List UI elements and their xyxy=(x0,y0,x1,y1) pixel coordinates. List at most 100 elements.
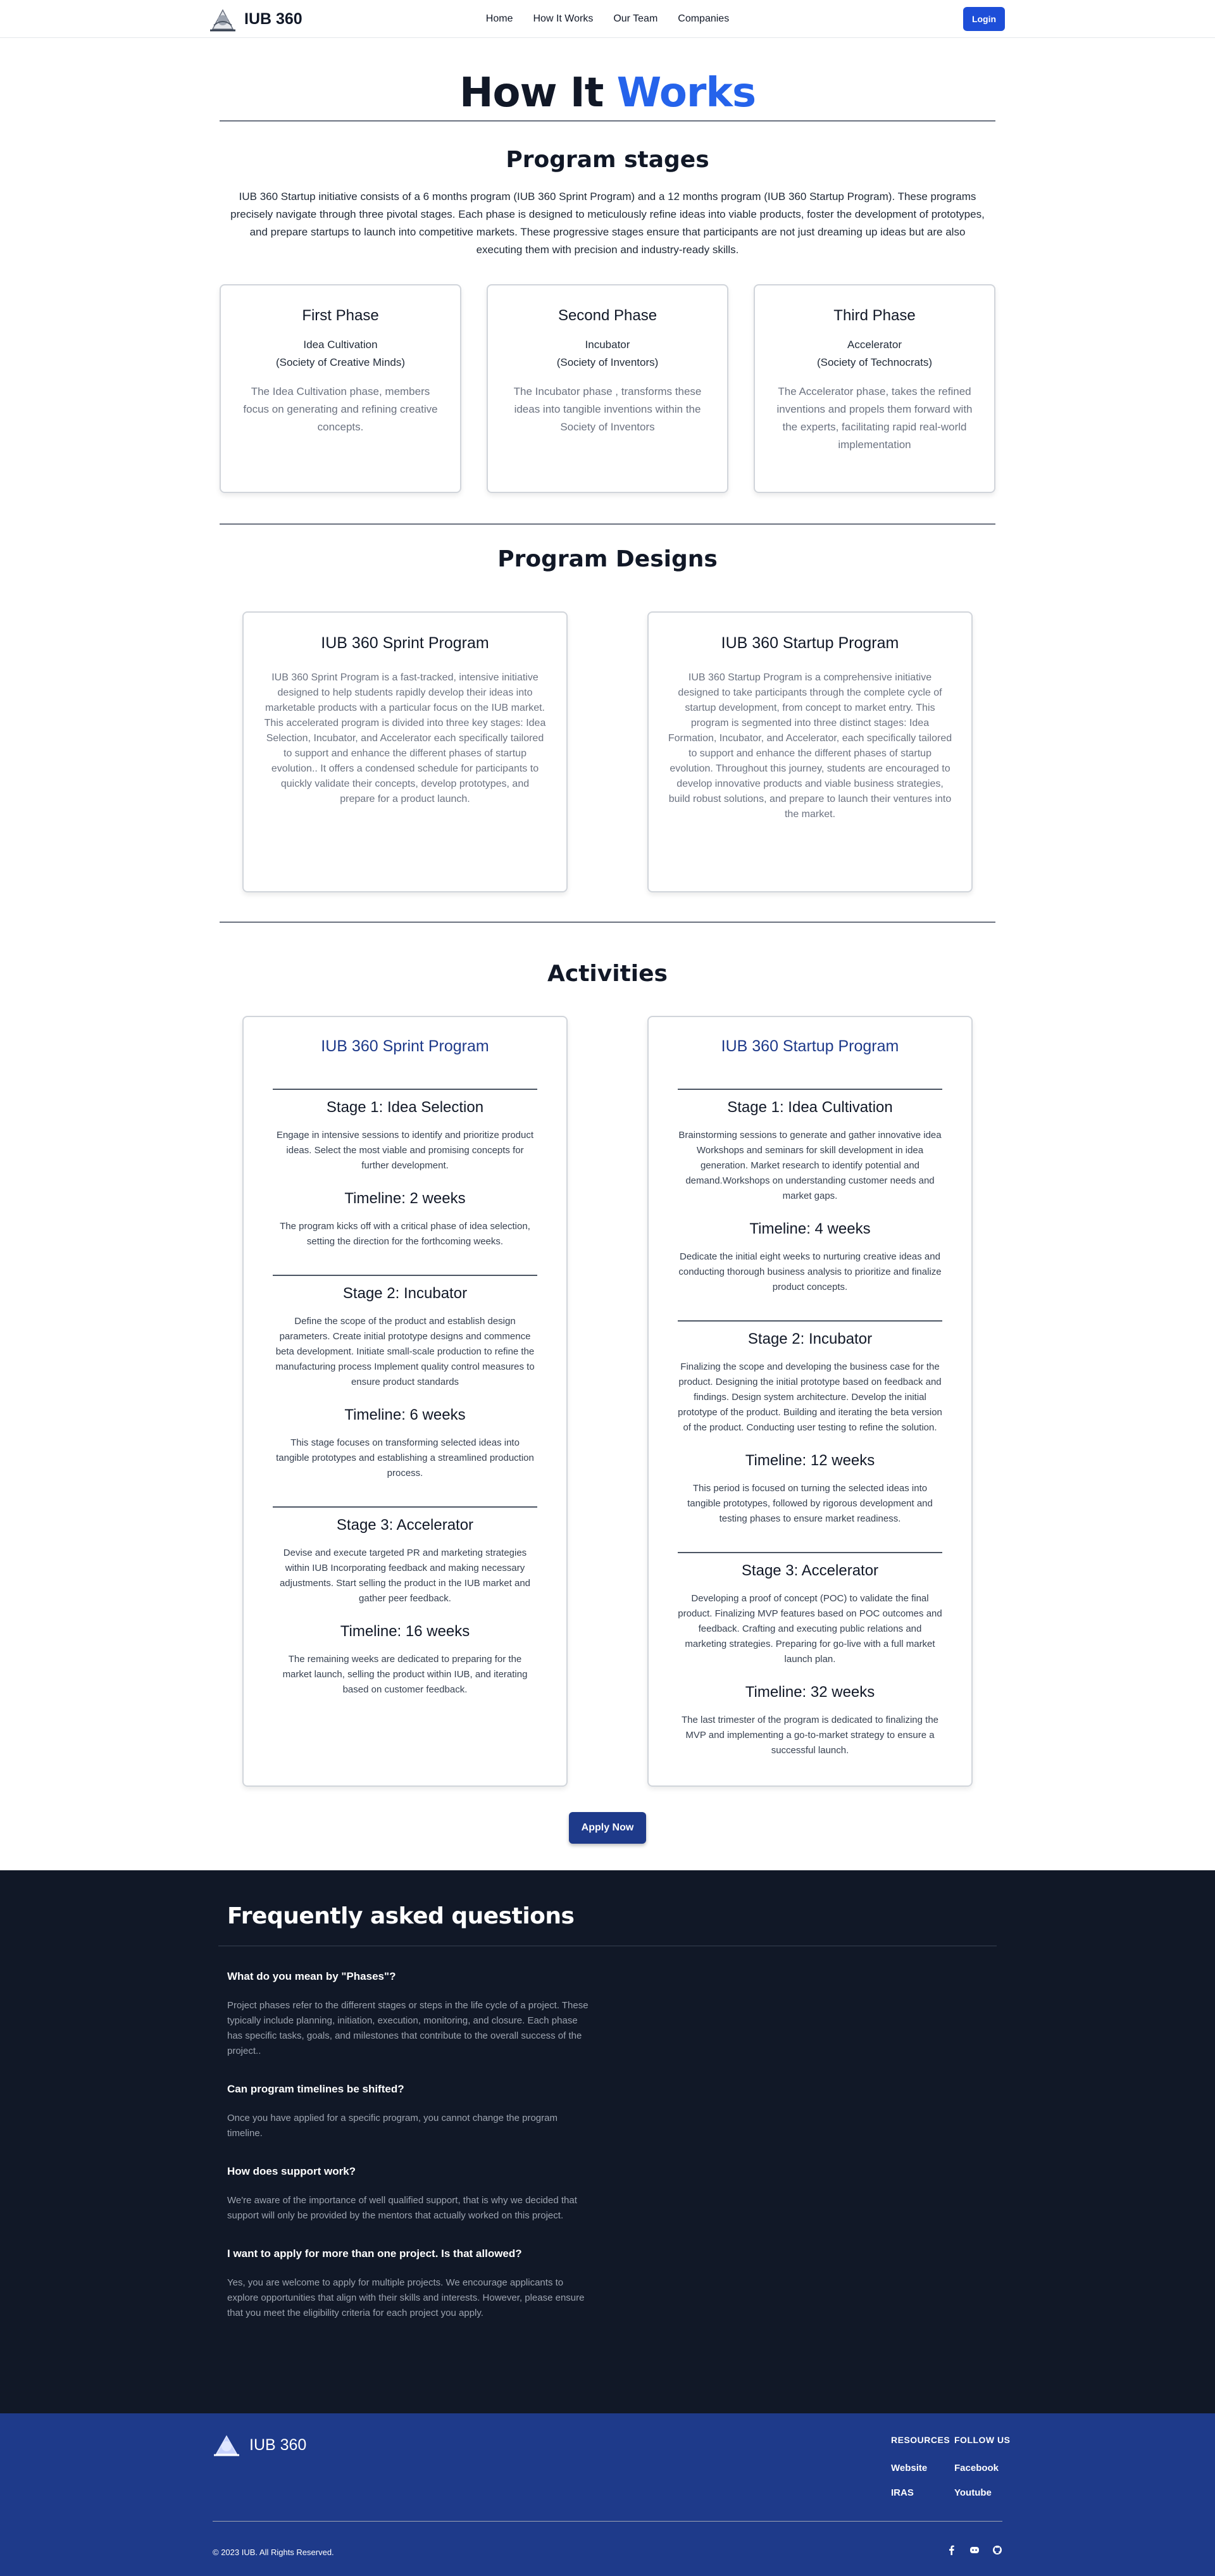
program-stages-intro: IUB 360 Startup initiative consists of a… xyxy=(230,191,985,256)
stage-description: Developing a proof of concept (POC) to v… xyxy=(678,1593,942,1665)
nav-link-how-it-works[interactable]: How It Works xyxy=(533,13,593,25)
activity-stage: Stage 2: Incubator Define the scope of t… xyxy=(273,1275,537,1481)
apply-now-button[interactable]: Apply Now xyxy=(569,1812,646,1844)
phase-description: The Accelerator phase, takes the refined… xyxy=(776,385,973,451)
copyright: © 2023 IUB. All Rights Reserved. xyxy=(213,2548,334,2558)
design-description: IUB 360 Startup Program is a comprehensi… xyxy=(668,672,952,820)
phase-society: (Society of Inventors) xyxy=(556,356,659,369)
activity-card-startup: IUB 360 Startup Program Stage 1: Idea Cu… xyxy=(647,1016,973,1787)
footer: IUB 360 RESOURCES Website IRAS FOLLOW US… xyxy=(0,2413,1215,2576)
timeline-description: The remaining weeks are dedicated to pre… xyxy=(282,1654,528,1696)
faq-answer: Yes, you are welcome to apply for multip… xyxy=(227,2277,585,2319)
page-title: How It Works xyxy=(0,71,1215,115)
facebook-icon[interactable] xyxy=(947,2545,957,2556)
design-card-sprint: IUB 360 Sprint Program IUB 360 Sprint Pr… xyxy=(242,611,568,893)
faq-title: Frequently asked questions xyxy=(227,1903,575,1930)
design-name: IUB 360 Startup Program xyxy=(721,634,899,653)
design-card-startup: IUB 360 Startup Program IUB 360 Startup … xyxy=(647,611,973,893)
phase-name: First Phase xyxy=(302,307,379,325)
stage-description: Engage in intensive sessions to identify… xyxy=(276,1130,534,1172)
activity-stage: Stage 1: Idea Cultivation Brainstorming … xyxy=(678,1089,942,1295)
timeline-description: The program kicks off with a critical ph… xyxy=(280,1221,530,1247)
phase-description: The Idea Cultivation phase, members focu… xyxy=(243,385,438,434)
phase-subtitle: Idea Cultivation xyxy=(303,339,378,351)
footer-link-website[interactable]: Website xyxy=(891,2463,950,2473)
footer-link-iras[interactable]: IRAS xyxy=(891,2487,950,2498)
nav-link-our-team[interactable]: Our Team xyxy=(613,13,657,25)
faq-question: What do you mean by "Phases"? xyxy=(227,1970,396,1983)
apply-wrap: Apply Now xyxy=(0,1812,1215,1844)
faq-answer: Project phases refer to the different st… xyxy=(227,2000,589,2057)
timeline-description: The last trimester of the program is ded… xyxy=(681,1715,939,1756)
design-cards: IUB 360 Sprint Program IUB 360 Sprint Pr… xyxy=(242,611,973,893)
stage-title: Stage 1: Idea Cultivation xyxy=(727,1099,893,1116)
footer-follow: FOLLOW US Facebook Youtube xyxy=(954,2435,1011,2498)
activity-stage: Stage 1: Idea Selection Engage in intens… xyxy=(273,1089,537,1249)
footer-link-facebook[interactable]: Facebook xyxy=(954,2463,1011,2473)
activity-stage: Stage 2: Incubator Finalizing the scope … xyxy=(678,1320,942,1527)
social-icons xyxy=(947,2545,1002,2556)
footer-brand-name: IUB 360 xyxy=(249,2435,307,2454)
stage-title: Stage 2: Incubator xyxy=(747,1330,873,1348)
phase-cards: First Phase Idea Cultivation (Society of… xyxy=(220,284,995,494)
login-button[interactable]: Login xyxy=(963,7,1005,31)
activities-section: Activities IUB 360 Sprint Program Stage … xyxy=(0,961,1215,1844)
phase-description: The Incubator phase , transforms these i… xyxy=(513,385,702,434)
page-title-accent: Works xyxy=(616,70,756,116)
stage-divider xyxy=(678,1552,942,1554)
timeline-description: This period is focused on turning the se… xyxy=(687,1483,933,1525)
stage-divider xyxy=(678,1320,942,1322)
phase-subtitle: Incubator xyxy=(585,339,630,351)
program-stages-section: Program stages IUB 360 Startup initiativ… xyxy=(220,147,995,494)
github-icon[interactable] xyxy=(992,2545,1002,2555)
design-description: IUB 360 Sprint Program is a fast-tracked… xyxy=(264,672,546,805)
faq-question: How does support work? xyxy=(227,2165,356,2178)
divider xyxy=(220,523,995,525)
faq-item: How does support work? We're aware of th… xyxy=(227,2165,594,2223)
phase-name: Second Phase xyxy=(558,307,657,325)
faq-item: I want to apply for more than one projec… xyxy=(227,2248,594,2321)
stage-title: Stage 3: Accelerator xyxy=(741,1562,879,1580)
nav-link-home[interactable]: Home xyxy=(486,13,513,25)
stage-description: Finalizing the scope and developing the … xyxy=(678,1361,942,1434)
activity-stage: Stage 3: Accelerator Devise and execute … xyxy=(273,1506,537,1698)
phase-society: (Society of Technocrats) xyxy=(816,356,933,369)
faq-item: What do you mean by "Phases"? Project ph… xyxy=(227,1970,594,2059)
discord-icon[interactable] xyxy=(969,2545,980,2555)
faq-question: Can program timelines be shifted? xyxy=(227,2083,404,2096)
stage-description: Devise and execute targeted PR and marke… xyxy=(279,1547,531,1604)
footer-link-youtube[interactable]: Youtube xyxy=(954,2487,1011,2498)
stage-timeline: Timeline: 6 weeks xyxy=(344,1406,466,1424)
stage-divider xyxy=(678,1089,942,1091)
faq-question: I want to apply for more than one projec… xyxy=(227,2248,522,2260)
footer-logo-icon xyxy=(214,2435,239,2456)
phase-card-first: First Phase Idea Cultivation (Society of… xyxy=(220,284,461,494)
timeline-description: Dedicate the initial eight weeks to nurt… xyxy=(678,1251,942,1293)
faq-section: Frequently asked questions What do you m… xyxy=(0,1870,1215,2414)
phase-society: (Society of Creative Minds) xyxy=(275,356,406,369)
activity-program-name: IUB 360 Sprint Program xyxy=(321,1037,489,1056)
navbar: IUB 360 Home How It Works Our Team Compa… xyxy=(0,0,1215,38)
main-content: How It Works Program stages IUB 360 Star… xyxy=(0,71,1215,2414)
nav-link-companies[interactable]: Companies xyxy=(678,13,729,25)
faq-item: Can program timelines be shifted? Once y… xyxy=(227,2083,594,2141)
stage-divider xyxy=(273,1275,537,1277)
stage-timeline: Timeline: 2 weeks xyxy=(344,1190,466,1208)
stage-timeline: Timeline: 12 weeks xyxy=(745,1452,875,1470)
activity-cards: IUB 360 Sprint Program Stage 1: Idea Sel… xyxy=(242,1016,973,1787)
program-stages-title: Program stages xyxy=(506,147,709,173)
stage-divider xyxy=(273,1089,537,1091)
stage-timeline: Timeline: 4 weeks xyxy=(749,1220,871,1238)
phase-name: Third Phase xyxy=(833,307,916,325)
stage-timeline: Timeline: 16 weeks xyxy=(340,1623,470,1641)
nav-links: Home How It Works Our Team Companies xyxy=(0,0,1215,38)
footer-follow-heading: FOLLOW US xyxy=(954,2435,1011,2446)
stage-title: Stage 2: Incubator xyxy=(342,1285,468,1303)
footer-brand[interactable]: IUB 360 xyxy=(213,2432,306,2458)
stage-description: Define the scope of the product and esta… xyxy=(275,1316,535,1388)
footer-resources: RESOURCES Website IRAS xyxy=(891,2435,950,2498)
faq-answer: Once you have applied for a specific pro… xyxy=(227,2113,558,2139)
phase-subtitle: Accelerator xyxy=(847,339,902,351)
activities-title: Activities xyxy=(547,961,668,987)
stage-divider xyxy=(273,1506,537,1508)
